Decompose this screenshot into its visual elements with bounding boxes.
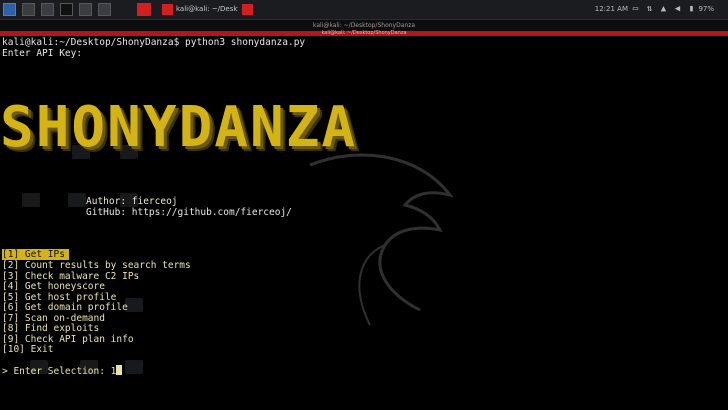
workspace-2-icon[interactable] (98, 3, 111, 16)
command-line: kali@kali:~/Desktop/ShonyDanza$ python3 … (2, 37, 306, 48)
shonydanza-banner: SHONYDANZA (0, 95, 358, 160)
menu-item-domain-profile[interactable]: [6] Get domain profile (2, 302, 128, 313)
text-cursor (116, 365, 123, 375)
author-line: Author: fierceoj (86, 196, 178, 207)
menu-item-get-ips[interactable]: [1] Get IPs (2, 249, 69, 260)
battery-icon[interactable]: ▮ (687, 5, 696, 14)
terminal-task-icon (162, 4, 173, 15)
notification-icon[interactable]: ▲ (659, 5, 668, 14)
task-label: kali@kali: ~/Desktop/Sh... (176, 5, 238, 13)
clock[interactable]: 12:21 AM (595, 0, 628, 19)
network-icon[interactable]: ⇅ (645, 5, 654, 14)
volume-icon[interactable]: ◀ (673, 5, 682, 14)
browser-icon[interactable] (79, 3, 92, 16)
desktop-icon-ghost (22, 193, 40, 207)
tab-title: kali@kali: ~/Desktop/ShonyDanza (321, 30, 407, 36)
menu-item-exit[interactable]: [10] Exit (2, 344, 53, 355)
app-task-icon (242, 4, 253, 15)
selection-input[interactable]: > Enter Selection: 1 (2, 365, 123, 377)
file-manager-icon[interactable] (41, 3, 54, 16)
monitor-icon[interactable]: ▭ (631, 5, 640, 14)
taskbar-task-terminal[interactable]: kali@kali: ~/Desktop/Sh... (160, 2, 238, 17)
terminal-tab-bar[interactable]: kali@kali: ~/Desktop/ShonyDanza (0, 30, 728, 36)
taskbar: kali@kali: ~/Desktop/Sh... 12:21 AM ▭ ⇅ … (0, 0, 728, 20)
desktop-icon-ghost (125, 360, 143, 374)
desktop-icon-ghost (68, 193, 86, 207)
selection-prompt: > Enter Selection: (2, 366, 111, 377)
battery-percent: 97% (698, 5, 714, 13)
terminal-icon[interactable] (60, 3, 73, 16)
kali-menu-icon[interactable] (3, 3, 16, 16)
kali-dragon-watermark (309, 153, 454, 326)
active-app-icon[interactable] (137, 3, 151, 16)
menu-item-count-results[interactable]: [2] Count results by search terms (2, 260, 191, 271)
menu-item-find-exploits[interactable]: [8] Find exploits (2, 323, 99, 334)
github-line: GitHub: https://github.com/fierceoj/ (86, 207, 292, 218)
workspace-1-icon[interactable] (22, 3, 35, 16)
taskbar-task-2[interactable] (240, 2, 258, 17)
api-key-prompt: Enter API Key: (2, 48, 83, 59)
menu-item-honeyscore[interactable]: [4] Get honeyscore (2, 281, 105, 292)
